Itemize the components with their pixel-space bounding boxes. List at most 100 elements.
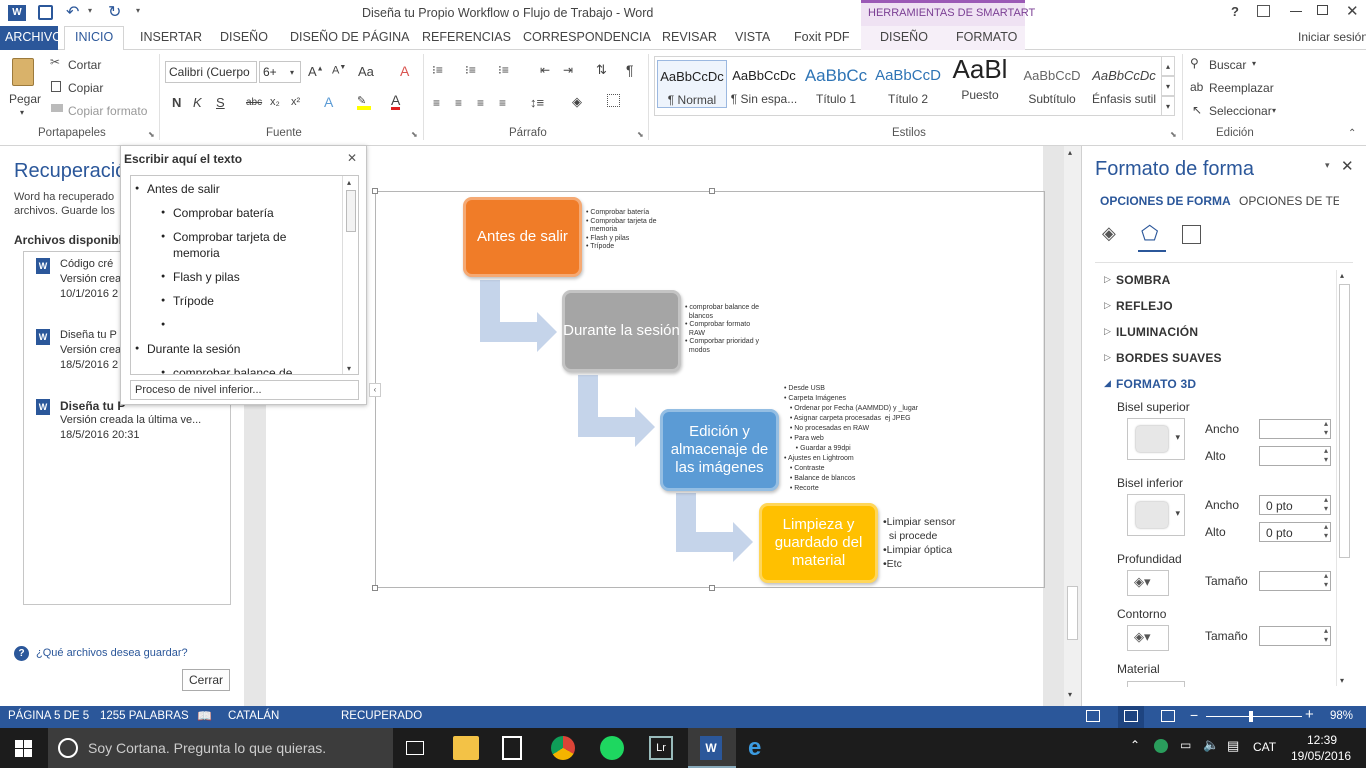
scroll-thumb[interactable] (1067, 586, 1078, 640)
file-explorer-icon[interactable] (453, 736, 479, 760)
bevel-top-height-input[interactable] (1259, 446, 1331, 466)
notifications-icon[interactable]: ▤ (1227, 738, 1239, 754)
text-pane-line[interactable]: ● Comprobar tarjeta de memoria (161, 229, 331, 261)
bevel-bottom-picker[interactable] (1127, 494, 1185, 536)
style-item[interactable]: AaBbCcDc ¶ Sin espa... (729, 60, 799, 108)
effects-icon[interactable]: ⬠ (1141, 221, 1158, 246)
contour-size-label: Tamaño (1205, 629, 1248, 643)
chrome-icon[interactable] (551, 736, 575, 760)
clock-date[interactable]: 19/05/2016 (1291, 749, 1351, 763)
word-taskbar-icon[interactable]: W (700, 736, 722, 760)
scroll-down-icon[interactable]: ▾ (1068, 690, 1072, 699)
bevel-top-width-input[interactable] (1259, 419, 1331, 439)
section-bordes-suaves[interactable]: BORDES SUAVES (1116, 351, 1222, 365)
style-item[interactable]: AaBbCc Título 1 (801, 60, 871, 108)
expand-icon: ▷ (1104, 326, 1111, 336)
bullet-line: • comprobar balance de (685, 304, 760, 311)
style-preview: AaBbCcDc (1092, 68, 1156, 83)
contour-color-picker[interactable]: ◈▾ (1127, 625, 1169, 651)
bullet-line: • Para web (784, 435, 824, 442)
tray-app-icon[interactable] (1154, 739, 1168, 753)
zoom-out-icon[interactable]: − (1190, 707, 1198, 723)
text-pane-close-icon[interactable]: ✕ (347, 151, 357, 165)
format-pane-scrollbar[interactable]: ▴ ▾ (1336, 270, 1351, 686)
windows-start-icon[interactable] (15, 740, 32, 757)
cortana-icon[interactable] (58, 738, 78, 758)
pane-options-icon[interactable]: ▾ (1325, 160, 1330, 171)
text-pane-toggle-icon[interactable]: ‹ (369, 383, 381, 397)
step-box-durante-la-sesion[interactable]: Durante la sesión (562, 290, 681, 372)
status-language[interactable]: CATALÁN (228, 710, 279, 722)
task-view-icon[interactable] (406, 741, 424, 755)
style-item[interactable]: AaBbCcDc Énfasis sutil (1089, 60, 1159, 108)
zoom-level[interactable]: 98% (1330, 710, 1353, 722)
depth-color-picker[interactable]: ◈▾ (1127, 570, 1169, 596)
text-pane-line[interactable]: ● Antes de salir (135, 181, 331, 197)
style-preview: AaBl (952, 56, 1008, 82)
text-pane-line[interactable]: ● Flash y pilas (161, 269, 331, 285)
bevel-top-height-label: Alto (1205, 449, 1226, 463)
bevel-bottom-label: Bisel inferior (1117, 476, 1184, 490)
proofing-icon[interactable]: 📖 (197, 709, 212, 723)
style-item[interactable]: AaBbCcD Subtítulo (1017, 60, 1087, 108)
fill-line-icon[interactable]: ◈ (1102, 223, 1116, 244)
bevel-bottom-width-input[interactable]: 0 pto (1259, 495, 1331, 515)
step-bullets[interactable]: • Comprobar batería • Comprobar tarjeta d… (586, 209, 657, 252)
lightroom-icon[interactable]: Lr (649, 736, 673, 760)
store-icon[interactable] (502, 736, 522, 760)
step-bullets[interactable]: • comprobar balance de blancos • Comproba… (685, 304, 759, 355)
bevel-top-picker[interactable] (1127, 418, 1185, 460)
volume-icon[interactable]: 🔈 (1203, 737, 1219, 753)
spotify-icon[interactable] (600, 736, 624, 760)
scroll-up-icon[interactable]: ▴ (1068, 148, 1072, 157)
step-box-edicion[interactable]: Edición y almacenaje de las imágenes (660, 409, 779, 491)
contour-size-input[interactable] (1259, 626, 1331, 646)
zoom-in-icon[interactable]: + (1305, 706, 1314, 723)
step-box-antes-de-salir[interactable]: Antes de salir (463, 197, 582, 277)
material-picker[interactable] (1127, 681, 1185, 687)
step-bullets[interactable]: • Desde USB • Carpeta Imágenes • Ordenar … (784, 384, 918, 494)
text-pane-line[interactable]: ● comprobar balance de (161, 365, 331, 374)
zoom-slider[interactable] (1206, 716, 1302, 717)
bevel-bottom-width-label: Ancho (1205, 498, 1240, 512)
layout-properties-icon[interactable] (1182, 225, 1201, 244)
text-pane-editor[interactable]: ● Antes de salir ● Comprobar batería ● Compro… (130, 175, 359, 375)
show-hidden-icons[interactable]: ⌃ (1130, 738, 1140, 752)
network-icon[interactable]: ▭ (1180, 738, 1191, 752)
bullet-line: • Comprobar formato (685, 321, 751, 328)
web-layout-icon[interactable] (1161, 710, 1175, 722)
cortana-placeholder[interactable]: Soy Cortana. Pregunta lo que quieras. (88, 740, 326, 756)
status-words[interactable]: 1255 PALABRAS (100, 710, 189, 722)
tab-text-options[interactable]: OPCIONES DE TEXTO (1239, 194, 1339, 208)
text-pane-line[interactable]: ● Trípode (161, 293, 331, 309)
step-bullets[interactable]: •Limpiar sensor si procede •Limpiar óptic… (883, 515, 956, 571)
contour-label: Contorno (1117, 607, 1167, 621)
pane-close-icon[interactable]: ✕ (1341, 157, 1354, 175)
format-pane-title: Formato de forma (1095, 158, 1254, 180)
bullet-line: •Limpiar sensor (883, 516, 956, 528)
section-iluminacion[interactable]: ILUMINACIÓN (1116, 325, 1198, 339)
tab-shape-options[interactable]: OPCIONES DE FORMA (1100, 194, 1231, 208)
bevel-bottom-height-input[interactable]: 0 pto (1259, 522, 1331, 542)
read-mode-icon[interactable] (1086, 710, 1100, 722)
style-item[interactable]: AaBl Puesto (945, 56, 1015, 108)
depth-size-input[interactable] (1259, 571, 1331, 591)
step-box-limpieza[interactable]: Limpieza y guardado del material (759, 503, 878, 583)
zoom-slider-thumb[interactable] (1249, 711, 1253, 722)
section-reflejo[interactable]: REFLEJO (1116, 299, 1173, 313)
text-pane-scrollbar[interactable]: ▴ ▾ (342, 176, 358, 374)
section-formato-3d[interactable]: FORMATO 3D (1116, 377, 1196, 391)
section-sombra[interactable]: SOMBRA (1116, 273, 1171, 287)
text-pane-line[interactable]: ● Durante la sesión (135, 341, 331, 357)
text-pane-line[interactable]: ● Comprobar batería (161, 205, 331, 221)
status-page[interactable]: PÁGINA 5 DE 5 (8, 710, 89, 722)
style-item[interactable]: AaBbCcDc ¶ Normal (657, 60, 727, 108)
style-item[interactable]: AaBbCcD Título 2 (873, 60, 943, 108)
clock-time[interactable]: 12:39 (1307, 733, 1337, 747)
document-scrollbar[interactable]: ▴ ▾ (1064, 146, 1081, 706)
style-name: Puesto (961, 88, 999, 102)
input-language[interactable]: CAT (1253, 740, 1276, 754)
text-pane-footer-link[interactable]: Proceso de nivel inferior... (130, 380, 359, 400)
style-name: ¶ Normal (667, 93, 717, 107)
edge-icon[interactable]: e (748, 736, 774, 760)
